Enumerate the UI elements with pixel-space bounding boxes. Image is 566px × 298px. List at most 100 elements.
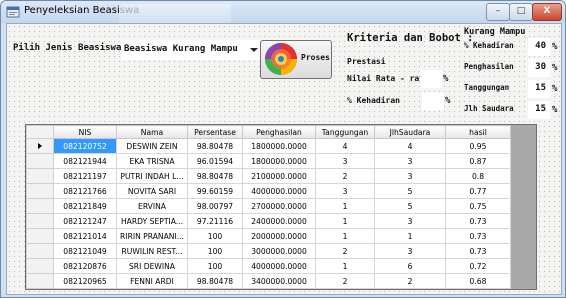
table-row[interactable]: 082121197 PUTRI INDAH L... 98.80478 2100000… xyxy=(26,168,511,184)
nilai-rata-input[interactable] xyxy=(420,70,442,88)
row-header[interactable] xyxy=(26,168,54,184)
cell-jlhsaudara[interactable]: 1 xyxy=(374,228,446,244)
cell-nama[interactable]: RUWILIN REST... xyxy=(116,243,188,259)
table-row[interactable]: 082121014 RIRIN PRANANI... 100 2000000.0000… xyxy=(26,228,511,244)
cell-tanggungan[interactable]: 2 xyxy=(315,273,375,289)
cell-penghasilan[interactable]: 3000000.0000 xyxy=(242,243,316,259)
cell-penghasilan[interactable]: 2100000.0000 xyxy=(242,168,316,184)
cell-persentase[interactable]: 96.01594 xyxy=(187,153,243,169)
cell-jlhsaudara[interactable]: 3 xyxy=(374,243,446,259)
cell-nis[interactable]: 082120876 xyxy=(53,258,117,274)
row-header[interactable] xyxy=(26,228,54,244)
cell-jlhsaudara[interactable]: 4 xyxy=(374,138,446,154)
cell-hasil[interactable]: 0.68 xyxy=(445,273,511,289)
close-button[interactable]: X xyxy=(532,3,562,21)
table-row[interactable]: 082121766 NOVITA SARI 99.60159 4000000.0000… xyxy=(26,183,511,199)
cell-hasil[interactable]: 0.77 xyxy=(445,183,511,199)
cell-nama[interactable]: SRI DEWINA xyxy=(116,258,188,274)
row-header[interactable] xyxy=(26,153,54,169)
cell-hasil[interactable]: 0.8 xyxy=(445,168,511,184)
column-header-jlhsaudara[interactable]: JlhSaudara xyxy=(374,125,446,139)
cell-nama[interactable]: FENNI ARDI xyxy=(116,273,188,289)
cell-hasil[interactable]: 0.73 xyxy=(445,243,511,259)
cell-nama[interactable]: RIRIN PRANANI... xyxy=(116,228,188,244)
cell-nama[interactable]: HARDY SEPTIA... xyxy=(116,213,188,229)
cell-nama[interactable]: ERVINA xyxy=(116,198,188,214)
km-tanggungan-input[interactable]: 15 xyxy=(528,80,550,98)
cell-penghasilan[interactable]: 2400000.0000 xyxy=(242,213,316,229)
cell-jlhsaudara[interactable]: 3 xyxy=(374,168,446,184)
cell-penghasilan[interactable]: 2700000.0000 xyxy=(242,198,316,214)
cell-hasil[interactable]: 0.87 xyxy=(445,153,511,169)
cell-tanggungan[interactable]: 2 xyxy=(315,243,375,259)
cell-nis[interactable]: 082121849 xyxy=(53,198,117,214)
cell-tanggungan[interactable]: 4 xyxy=(315,138,375,154)
hasil-data-grid[interactable]: NIS Nama Persentase Penghasilan Tanggung… xyxy=(25,124,537,290)
cell-tanggungan[interactable]: 3 xyxy=(315,153,375,169)
cell-persentase[interactable]: 97.21116 xyxy=(187,213,243,229)
prestasi-kehadiran-input[interactable] xyxy=(422,92,444,110)
cell-nis[interactable]: 082121197 xyxy=(53,168,117,184)
cell-jlhsaudara[interactable]: 3 xyxy=(374,153,446,169)
cell-persentase[interactable]: 98.80478 xyxy=(187,273,243,289)
km-kehadiran-input[interactable]: 40 xyxy=(528,38,550,56)
maximize-button[interactable]: □ xyxy=(509,3,533,21)
cell-tanggungan[interactable]: 2 xyxy=(315,168,375,184)
cell-nis[interactable]: 082120752 xyxy=(53,138,117,154)
column-header-hasil[interactable]: hasil xyxy=(445,125,511,139)
km-penghasilan-input[interactable]: 30 xyxy=(528,59,550,77)
table-row[interactable]: 082120752 DESWIN ZEIN 98.80478 1800000.0000… xyxy=(26,138,511,154)
table-row[interactable]: 082120876 SRI DEWINA 100 4000000.0000 1 6 0.72 xyxy=(26,258,511,274)
cell-penghasilan[interactable]: 2000000.0000 xyxy=(242,228,316,244)
cell-jlhsaudara[interactable]: 6 xyxy=(374,258,446,274)
cell-nis[interactable]: 082121014 xyxy=(53,228,117,244)
cell-jlhsaudara[interactable]: 5 xyxy=(374,183,446,199)
cell-jlhsaudara[interactable]: 3 xyxy=(374,213,446,229)
cell-hasil[interactable]: 0.73 xyxy=(445,228,511,244)
cell-jlhsaudara[interactable]: 5 xyxy=(374,198,446,214)
cell-persentase[interactable]: 100 xyxy=(187,258,243,274)
cell-penghasilan[interactable]: 3400000.0000 xyxy=(242,273,316,289)
cell-nama[interactable]: EKA TRISNA xyxy=(116,153,188,169)
cell-hasil[interactable]: 0.95 xyxy=(445,138,511,154)
cell-penghasilan[interactable]: 4000000.0000 xyxy=(242,258,316,274)
table-row[interactable]: 082120965 FENNI ARDI 98.80478 3400000.0000 2… xyxy=(26,273,511,289)
cell-tanggungan[interactable]: 3 xyxy=(315,183,375,199)
cell-nama[interactable]: NOVITA SARI xyxy=(116,183,188,199)
cell-tanggungan[interactable]: 1 xyxy=(315,258,375,274)
cell-persentase[interactable]: 100 xyxy=(187,228,243,244)
cell-hasil[interactable]: 0.73 xyxy=(445,213,511,229)
row-header[interactable] xyxy=(26,198,54,214)
cell-nis[interactable]: 082121766 xyxy=(53,183,117,199)
cell-persentase[interactable]: 98.00797 xyxy=(187,198,243,214)
proses-button[interactable]: Proses xyxy=(260,40,332,79)
table-row[interactable]: 082121247 HARDY SEPTIA... 97.21116 2400000.… xyxy=(26,213,511,229)
row-header[interactable] xyxy=(26,258,54,274)
cell-hasil[interactable]: 0.72 xyxy=(445,258,511,274)
cell-tanggungan[interactable]: 1 xyxy=(315,228,375,244)
cell-nis[interactable]: 082121049 xyxy=(53,243,117,259)
jenis-beasiswa-dropdown[interactable]: Beasiswa Kurang Mampu xyxy=(121,40,263,60)
cell-persentase[interactable]: 98.80478 xyxy=(187,138,243,154)
row-header[interactable] xyxy=(26,273,54,289)
cell-jlhsaudara[interactable]: 2 xyxy=(374,273,446,289)
column-header-nis[interactable]: NIS xyxy=(53,125,117,139)
column-header-persentase[interactable]: Persentase xyxy=(187,125,243,139)
column-header-tanggungan[interactable]: Tanggungan xyxy=(315,125,375,139)
cell-nis[interactable]: 082120965 xyxy=(53,273,117,289)
cell-persentase[interactable]: 98.80478 xyxy=(187,168,243,184)
minimize-button[interactable]: – xyxy=(486,3,510,21)
row-header[interactable] xyxy=(26,138,54,154)
cell-persentase[interactable]: 99.60159 xyxy=(187,183,243,199)
cell-hasil[interactable]: 0.75 xyxy=(445,198,511,214)
cell-nis[interactable]: 082121944 xyxy=(53,153,117,169)
cell-persentase[interactable]: 100 xyxy=(187,243,243,259)
column-header-nama[interactable]: Nama xyxy=(116,125,188,139)
table-row[interactable]: 082121944 EKA TRISNA 96.01594 1800000.0000 3… xyxy=(26,153,511,169)
cell-tanggungan[interactable]: 1 xyxy=(315,213,375,229)
cell-penghasilan[interactable]: 1800000.0000 xyxy=(242,138,316,154)
row-header[interactable] xyxy=(26,213,54,229)
row-header[interactable] xyxy=(26,183,54,199)
cell-nis[interactable]: 082121247 xyxy=(53,213,117,229)
table-row[interactable]: 082121049 RUWILIN REST... 100 3000000.0000 2… xyxy=(26,243,511,259)
